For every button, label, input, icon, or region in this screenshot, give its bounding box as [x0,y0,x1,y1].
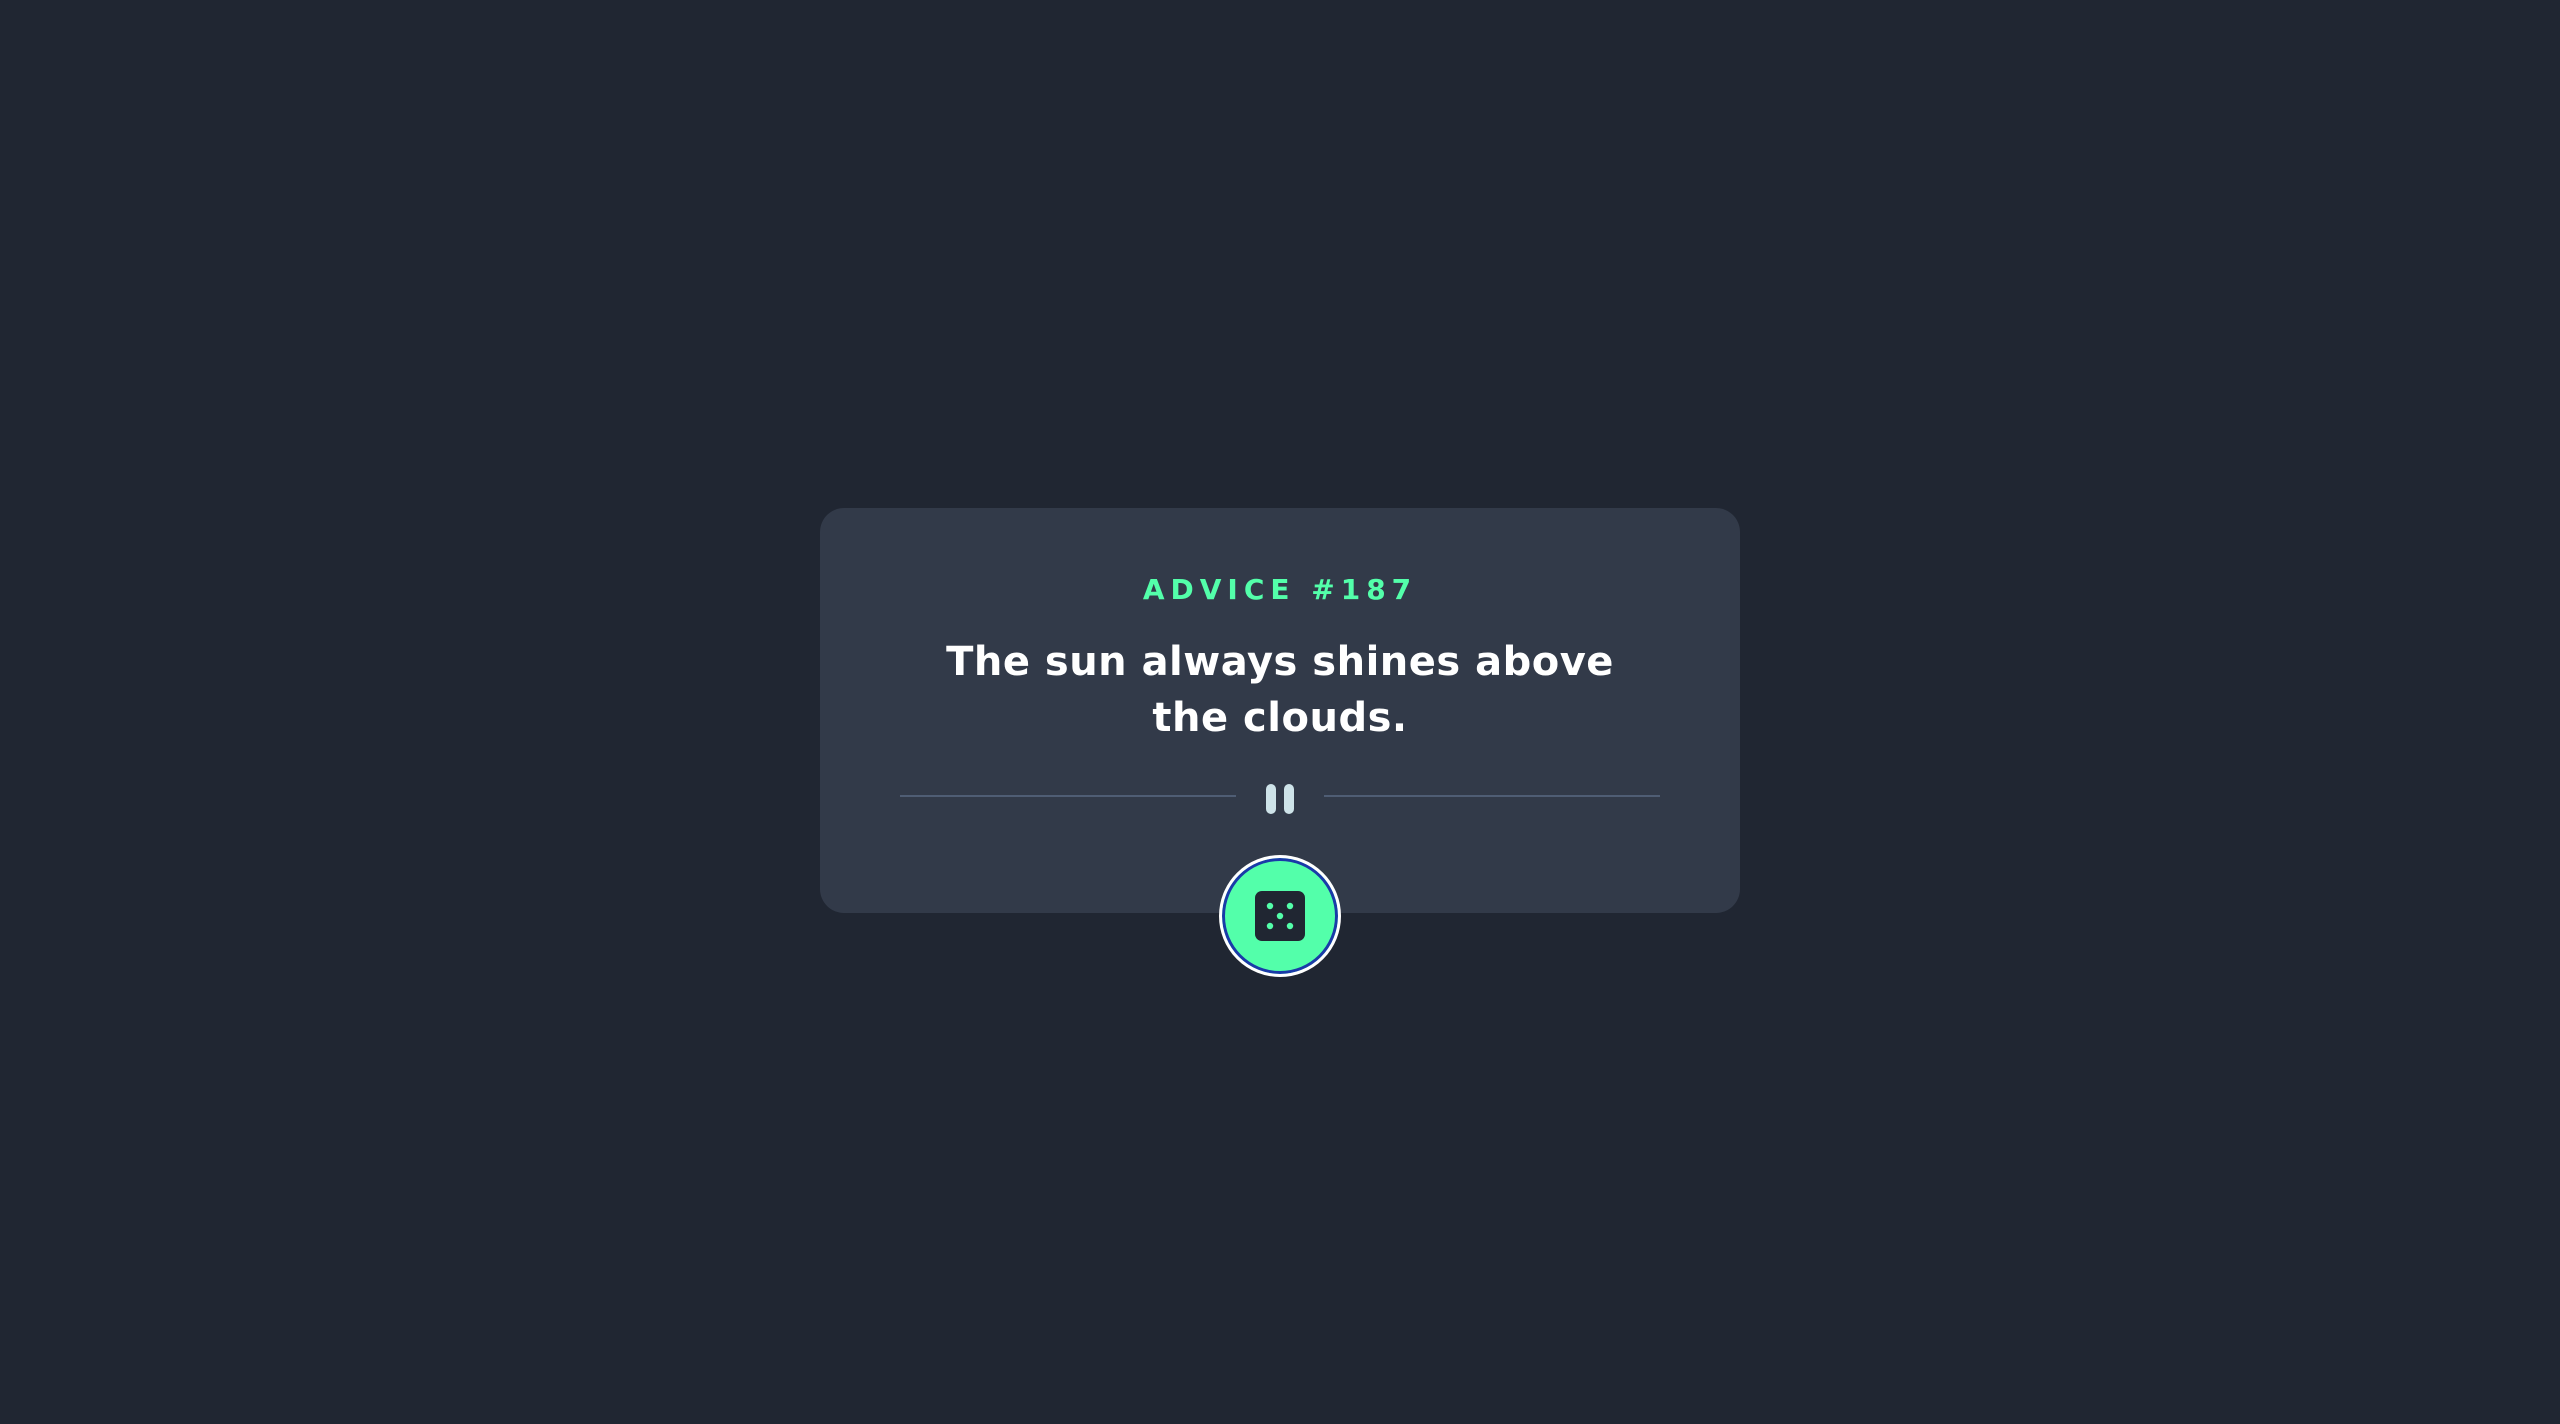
divider-line-right [1324,795,1660,797]
new-advice-button[interactable] [1219,855,1341,977]
divider [900,784,1660,814]
pause-quote-icon [1266,784,1294,814]
divider-line-left [900,795,1236,797]
advice-id-label: ADVICE #187 [1142,573,1418,606]
advice-quote: The sun always shines above the clouds. [946,639,1614,741]
advice-card: ADVICE #187 The sun always shines above … [820,508,1740,913]
dice-icon [1255,891,1305,941]
